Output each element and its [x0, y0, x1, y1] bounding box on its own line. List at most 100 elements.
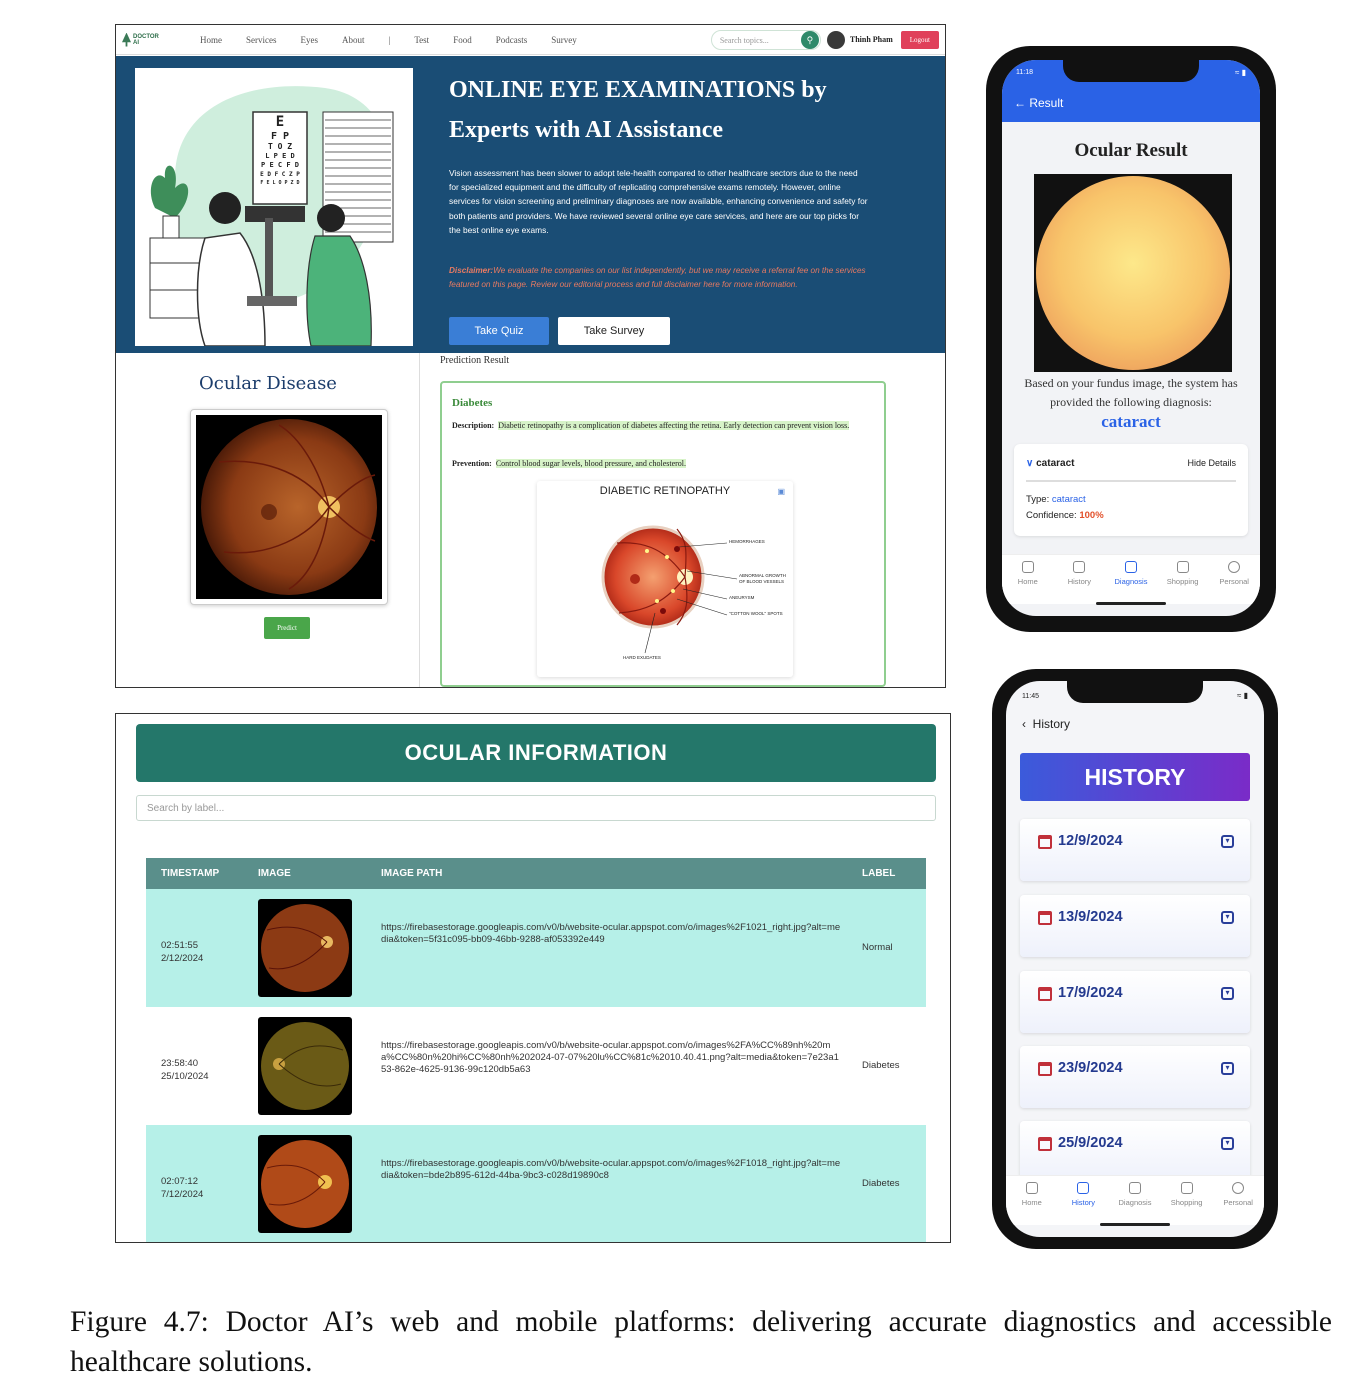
dropdown-icon[interactable]: ▾ — [1221, 1062, 1234, 1075]
hero-title-line-1: ONLINE EYE EXAMINATIONS by — [449, 77, 827, 103]
label-search-input[interactable]: Search by label... — [136, 795, 936, 821]
disclaimer-label: Disclaimer: — [449, 266, 494, 275]
fundus-result-svg — [1036, 176, 1230, 370]
table-row[interactable]: 02:51:55 2/12/2024 https://firebasestorag… — [146, 889, 926, 1007]
calendar-icon — [1038, 987, 1052, 1001]
history-item[interactable]: 23/9/2024 ▾ — [1020, 1046, 1250, 1108]
history-item[interactable]: 12/9/2024 ▾ — [1020, 819, 1250, 881]
diagnosis-details-card: ∨ cataract Hide Details Type: cataract C… — [1014, 444, 1248, 536]
signal-battery-icon: ≈ ▮ — [1234, 68, 1246, 77]
diabetic-retinopathy-figure: DIABETIC RETINOPATHY ▣ HEMORRHAGES ABNOR… — [537, 481, 793, 677]
nav-test[interactable]: Test — [402, 35, 441, 45]
divider — [1026, 480, 1236, 482]
tab-shopping-label: Shopping — [1166, 577, 1199, 586]
top-navbar: DOCTOR AI Home Services Eyes About | Tes… — [116, 25, 945, 55]
take-quiz-button[interactable]: Take Quiz — [449, 317, 549, 345]
tab-shopping[interactable]: Shopping — [1164, 1176, 1210, 1225]
dropdown-icon[interactable]: ▾ — [1221, 835, 1234, 848]
dropdown-icon[interactable]: ▾ — [1221, 1137, 1234, 1150]
tab-shopping-label: Shopping — [1170, 1198, 1203, 1207]
type-label: Type: — [1026, 494, 1050, 505]
tab-home-label: Home — [1017, 577, 1038, 586]
prediction-result-label: Prediction Result — [440, 355, 510, 366]
calendar-icon — [1038, 835, 1052, 849]
fundus-thumbnail[interactable] — [258, 899, 352, 997]
phone-notch — [1067, 681, 1203, 703]
details-header[interactable]: ∨ cataract — [1026, 458, 1074, 469]
type-row: Type: cataract — [1026, 494, 1086, 505]
back-button[interactable]: ← Result — [1014, 96, 1063, 110]
take-survey-button[interactable]: Take Survey — [558, 317, 670, 345]
home-icon — [1021, 561, 1034, 573]
nav-podcasts[interactable]: Podcasts — [484, 35, 540, 45]
tab-shopping[interactable]: Shopping — [1160, 555, 1206, 604]
label-hard-exudates: HARD EXUDATES — [623, 655, 661, 660]
tab-history[interactable]: History — [1060, 1176, 1106, 1225]
label-value: Diabetes — [862, 1060, 900, 1071]
prevention: Prevention: Control blood sugar levels, … — [452, 459, 872, 468]
label-aneurysm: ANEURYSM — [729, 595, 755, 600]
nav-eyes[interactable]: Eyes — [289, 35, 331, 45]
col-image-path[interactable]: IMAGE PATH — [381, 868, 442, 879]
ocular-result-title: Ocular Result — [1074, 140, 1188, 161]
nav-services[interactable]: Services — [234, 35, 289, 45]
logo-text: DOCTOR AI — [133, 33, 159, 46]
appbar-title: Result — [1029, 96, 1064, 110]
tab-personal-label: Personal — [1223, 1198, 1253, 1207]
history-item[interactable]: 25/9/2024 ▾ — [1020, 1121, 1250, 1183]
history-date: 17/9/2024 — [1058, 985, 1123, 1001]
tab-history[interactable]: History — [1056, 555, 1102, 604]
label-value: Diabetes — [862, 1178, 900, 1189]
history-item[interactable]: 13/9/2024 ▾ — [1020, 895, 1250, 957]
avatar[interactable] — [826, 30, 845, 49]
eye-chart-row-5: P E C F D — [261, 161, 299, 169]
col-image[interactable]: IMAGE — [258, 868, 291, 879]
figure-caption: Figure 4.7: Doctor AI’s web and mobile p… — [70, 1306, 1332, 1378]
person-icon — [1228, 561, 1241, 573]
fundus-thumbnail[interactable] — [258, 1135, 352, 1233]
fundus-thumbnail[interactable] — [258, 1017, 352, 1115]
fundus-image-frame[interactable] — [190, 409, 388, 605]
time-value: 02:07:12 — [161, 1176, 198, 1187]
table-row[interactable]: 02:07:12 7/12/2024 https://firebasestorag… — [146, 1125, 926, 1242]
history-item[interactable]: 17/9/2024 ▾ — [1020, 971, 1250, 1033]
nav-about[interactable]: About — [330, 35, 377, 45]
table-row[interactable]: 23:58:40 25/10/2024 https://firebasestora… — [146, 1007, 926, 1125]
hero-title-line-2: Experts with AI Assistance — [449, 117, 724, 143]
tab-diagnosis[interactable]: Diagnosis — [1112, 1176, 1158, 1225]
nav-survey[interactable]: Survey — [539, 35, 589, 45]
fundus-thumbnail-svg — [261, 1140, 349, 1228]
logout-button[interactable]: Logout — [900, 30, 939, 49]
history-banner: HISTORY — [1020, 753, 1250, 801]
col-timestamp[interactable]: TIMESTAMP — [161, 868, 219, 879]
dropdown-icon[interactable]: ▾ — [1221, 987, 1234, 1000]
nav-home[interactable]: Home — [188, 35, 234, 45]
tab-diagnosis[interactable]: Diagnosis — [1108, 555, 1154, 604]
fundus-thumbnail-svg — [261, 1022, 349, 1110]
mobile-history-screen: 11:45 ≈ ▮ ‹ History HISTORY 12/9/2024 ▾ … — [1006, 681, 1264, 1237]
tab-personal[interactable]: Personal — [1211, 555, 1257, 604]
label-abnormal-growth: ABNORMAL GROWTH — [739, 573, 786, 578]
diagnosis-icon — [1124, 561, 1137, 573]
label-value: Normal — [862, 942, 893, 953]
back-button[interactable]: ‹ History — [1022, 717, 1070, 731]
person-icon — [1232, 1182, 1245, 1194]
nav-food[interactable]: Food — [441, 35, 484, 45]
home-icon — [1025, 1182, 1038, 1194]
prevention-label: Prevention: — [452, 459, 492, 468]
doctor-ai-logo[interactable]: DOCTOR AI — [122, 29, 164, 51]
hide-details-button[interactable]: Hide Details — [1187, 458, 1236, 468]
search-icon[interactable]: ⚲ — [800, 30, 819, 49]
disclaimer: Disclaimer:We evaluate the companies on … — [449, 264, 879, 292]
predict-button[interactable]: Predict — [264, 617, 310, 639]
tab-home[interactable]: Home — [1009, 1176, 1055, 1225]
tab-home[interactable]: Home — [1005, 555, 1051, 604]
tab-diagnosis-label: Diagnosis — [1118, 1198, 1152, 1207]
calendar-icon — [1038, 911, 1052, 925]
hero-title: ONLINE EYE EXAMINATIONS by Experts with … — [449, 70, 919, 150]
col-label[interactable]: LABEL — [862, 868, 895, 879]
tab-personal[interactable]: Personal — [1215, 1176, 1261, 1225]
dropdown-icon[interactable]: ▾ — [1221, 911, 1234, 924]
eye-chart-row-3: T O Z — [268, 142, 292, 151]
eye-chart-row-6: E D F C Z P — [260, 171, 300, 178]
